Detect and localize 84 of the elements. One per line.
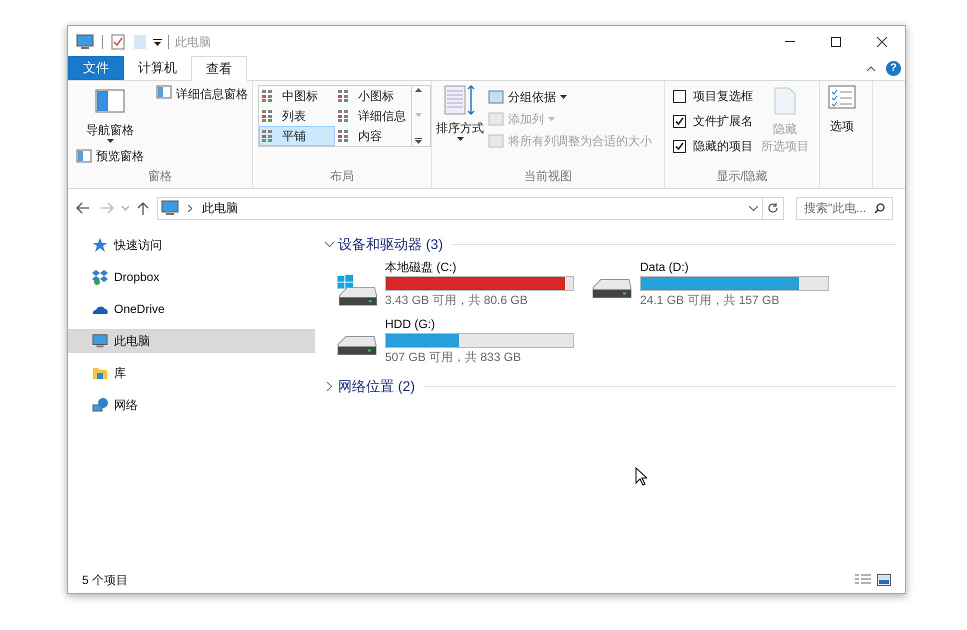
pane-icon [76,149,92,163]
expand-gallery-icon[interactable] [414,138,422,144]
back-icon[interactable] [76,202,90,214]
drive-space: 507 GB 可用，共 833 GB [385,349,522,365]
preview-pane-button[interactable]: 预览窗格 [76,147,144,165]
computer-icon [92,333,108,349]
dropdown-button[interactable]: 分组依据 [488,87,652,106]
ribbon-tab[interactable]: 查看 [191,56,247,81]
layout-option[interactable]: 内容 [335,126,411,146]
item-count: 5 个项目 [82,572,128,589]
pane-icon [156,85,172,99]
checklist-icon [828,85,856,109]
properties-icon[interactable] [111,34,125,50]
group-label: 布局 [329,168,355,185]
file-tab[interactable]: 文件 [68,56,124,80]
drive-name: Data (D:) [640,259,690,275]
drive-space: 3.43 GB 可用，共 80.6 GB [385,292,529,308]
sort-by-button[interactable]: 排序方式 [436,85,484,150]
close-icon [877,36,887,46]
search-field[interactable]: 搜索"此电... [796,196,893,220]
group-label: 当前视图 [523,168,573,185]
group-label: 显示/隐藏 [715,168,769,185]
star-icon [92,237,108,253]
details-view-icon[interactable] [855,574,871,586]
nav-item[interactable]: 此电脑 [68,329,315,353]
group-header[interactable]: 设备和驱动器 (3) [338,234,443,254]
layout-option[interactable]: 小图标 [335,86,411,106]
computer-icon [161,200,179,216]
caret-icon [106,139,114,143]
columns-icon [488,90,504,104]
group-header[interactable]: 网络位置 (2) [338,376,415,396]
search-icon [874,202,885,214]
recent-locations-icon[interactable] [122,206,129,210]
refresh-icon[interactable] [767,202,779,214]
dropdown-icon[interactable] [749,206,758,210]
minimize-icon [785,41,795,42]
address-bar[interactable]: 此电脑 [157,196,784,220]
details-pane-button[interactable]: 详细信息窗格 [156,85,248,103]
window-title: 此电脑 [175,34,211,50]
columns-icon [488,112,504,126]
folder-icon [92,365,108,381]
drive-name: 本地磁盘 (C:) [385,259,458,275]
checkbox[interactable] [673,114,686,128]
navigation-pane-button[interactable]: 导航窗格 [76,85,144,143]
checkbox-label[interactable]: 项目复选框 [693,87,753,105]
tiles-view-icon[interactable] [877,574,891,586]
chevron-icon [188,204,192,212]
customize-toolbar-icon[interactable] [153,38,162,46]
help-button[interactable]: ? [886,61,901,76]
nav-item[interactable]: 网络 [68,393,315,417]
options-button[interactable]: 选项 [828,85,856,135]
checkbox-label[interactable]: 文件扩展名 [693,112,753,130]
pane-icon [95,89,125,113]
drive-space: 24.1 GB 可用，共 157 GB [640,292,780,308]
sort-list-icon [444,85,476,115]
caret-icon [456,137,464,141]
page-icon [774,87,796,115]
computer-icon [76,34,94,50]
expand-chevron-icon[interactable] [325,240,334,248]
nav-item[interactable]: Dropbox [68,265,315,289]
layout-option[interactable]: 平铺 [259,126,335,146]
layout-option[interactable]: 详细信息 [335,106,411,126]
caret-icon [548,116,555,120]
nav-item[interactable]: OneDrive [68,297,315,321]
scroll-up-icon[interactable] [414,88,422,92]
checkbox[interactable] [673,90,686,102]
collapse-chevron-icon[interactable] [325,382,334,390]
checkbox-label[interactable]: 隐藏的项目 [693,137,753,155]
mouse-cursor-icon [635,467,647,486]
layout-option[interactable]: 中图标 [259,86,335,106]
ribbon-tab[interactable]: 计算机 [124,56,191,80]
columns-icon [488,134,504,148]
nav-item[interactable]: 库 [68,361,315,385]
caret-icon [560,94,567,98]
maximize-icon [831,36,841,46]
drive-name: HDD (G:) [385,316,436,332]
address-path: 此电脑 [202,200,238,217]
layout-option[interactable]: 列表 [259,106,335,126]
boxes-icon [92,269,108,285]
checkbox[interactable] [673,140,686,152]
up-icon[interactable] [137,201,149,215]
group-label: 窗格 [147,168,173,185]
collapse-ribbon-icon[interactable] [866,66,876,72]
nav-item[interactable]: 快速访问 [68,233,315,257]
